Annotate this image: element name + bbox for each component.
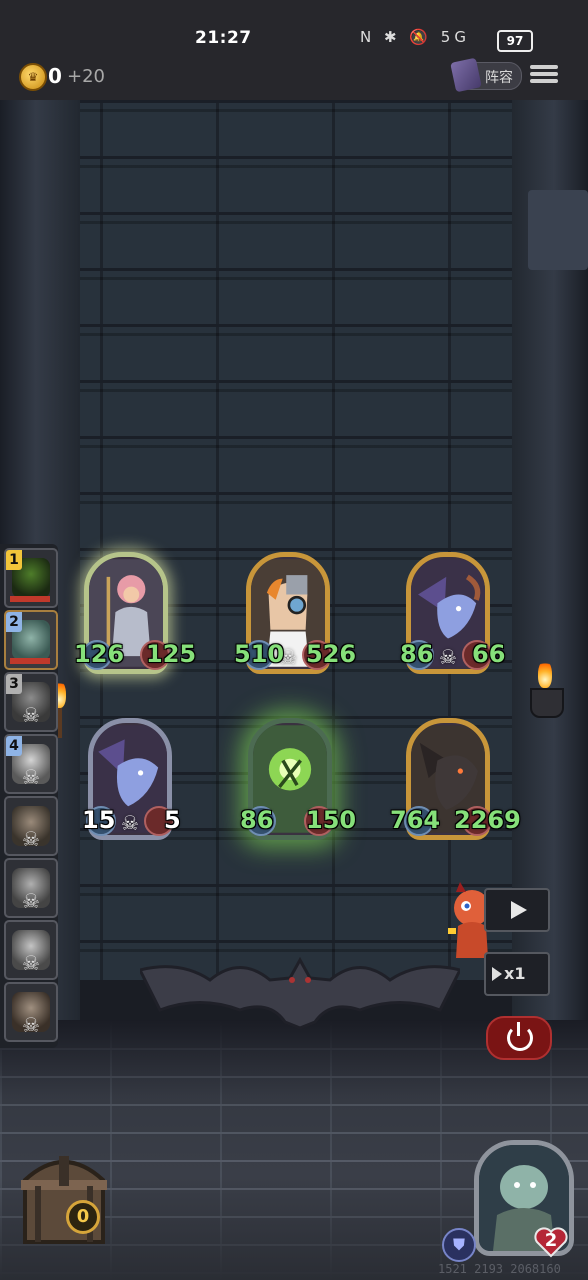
system-status-icons: N ✱ 🔕 5G [360, 28, 470, 46]
queue-slot-3[interactable]: 3 ☠ [4, 672, 58, 732]
hero-health-value: 2 [544, 1230, 558, 1251]
unit-attack: 510 [234, 640, 285, 668]
fast-forward-icon [492, 967, 502, 981]
unit-health: 66 [472, 640, 506, 668]
build-watermark: 1521 2193 2068160 [438, 1262, 561, 1276]
queue-slot-8[interactable]: ☠ [4, 982, 58, 1042]
queue-order-badge: 4 [6, 736, 22, 756]
speed-button[interactable]: x1 [484, 952, 550, 996]
hero-health-badge: 2 [534, 1226, 568, 1258]
unit-knight[interactable]: ☠ 126 125 [74, 548, 196, 678]
unit-attack: 86 [400, 640, 434, 668]
chest-count-badge: 0 [66, 1200, 100, 1234]
unit-dragon-black[interactable]: 764 2269 [390, 714, 521, 844]
game-screen: 21:27 N ✱ 🔕 5G 97 ♛ 0 +20 阵容 1 2 3 ☠ 4 ☠… [0, 0, 588, 1280]
queue-order-badge: 1 [6, 550, 22, 570]
skull-icon: ☠ [22, 951, 40, 975]
quit-battle-button[interactable] [486, 1016, 552, 1060]
torch-right [530, 660, 564, 720]
unit-attack: 86 [240, 806, 274, 834]
bat-statue-icon [140, 956, 460, 1030]
power-icon-line [517, 1022, 520, 1036]
brick-wall-shading [80, 100, 512, 980]
turn-order-queue: 1 2 3 ☠ 4 ☠ ☠ ☠ ☠ ☠ [0, 544, 58, 1048]
unit-health: 526 [306, 640, 357, 668]
play-icon [511, 901, 527, 919]
unit-spirit[interactable]: 86 150 [240, 714, 356, 844]
menu-button[interactable] [530, 62, 558, 88]
unit-health: 5 [164, 806, 181, 834]
card-deck-icon [450, 57, 482, 93]
queue-slot-1[interactable]: 1 [4, 548, 58, 608]
flame-icon [538, 660, 552, 688]
queue-slot-4[interactable]: 4 ☠ [4, 734, 58, 794]
play-button[interactable] [484, 888, 550, 932]
skull-icon: ☠ [22, 1013, 40, 1037]
treasure-chest-icon[interactable] [5, 1146, 123, 1250]
unit-attack: 126 [74, 640, 125, 668]
clock: 21:27 [195, 28, 252, 48]
lineup-button[interactable]: 阵容 [450, 57, 522, 93]
skull-icon: ☠ [22, 765, 40, 789]
shield-icon: ⛊ [442, 1228, 476, 1262]
menu-bar-icon [530, 72, 558, 76]
lineup-label: 阵容 [485, 70, 513, 86]
gold-income: +20 [67, 66, 105, 87]
battery-indicator: 97 [497, 30, 533, 52]
skull-icon: ☠ [22, 889, 40, 913]
unit-attack: 764 [390, 806, 441, 834]
skull-icon: ☠ [22, 703, 40, 727]
unit-doctor[interactable]: ☠ 510 526 [234, 548, 356, 678]
queue-slot-5[interactable]: ☠ [4, 796, 58, 856]
menu-bar-icon [530, 65, 558, 69]
skull-icon: ☠ [121, 811, 139, 835]
menu-bar-icon [530, 79, 558, 83]
unit-dragon-small[interactable]: ☠ 86 66 [400, 548, 505, 678]
queue-hp-bar [10, 596, 50, 602]
unit-attack: 15 [82, 806, 116, 834]
queue-slot-6[interactable]: ☠ [4, 858, 58, 918]
skull-icon: ☠ [439, 645, 457, 669]
unit-health: 125 [146, 640, 197, 668]
system-status-bar: 21:27 N ✱ 🔕 5G 97 [0, 0, 588, 60]
power-icon [507, 1025, 533, 1051]
queue-slot-7[interactable]: ☠ [4, 920, 58, 980]
queue-order-badge: 3 [6, 674, 22, 694]
speed-label: x1 [504, 964, 526, 983]
skull-icon: ☠ [22, 827, 40, 851]
queue-slot-2[interactable]: 2 [4, 610, 58, 670]
unit-health: 2269 [454, 806, 521, 834]
right-pillar-capital [528, 190, 588, 270]
gold-count: 0 [48, 64, 62, 88]
crown-coin-icon: ♛ [19, 63, 47, 91]
queue-hp-bar [10, 658, 50, 664]
unit-dragon-blue[interactable]: ☠ 15 5 [82, 714, 181, 844]
queue-order-badge: 2 [6, 612, 22, 632]
unit-health: 150 [306, 806, 357, 834]
